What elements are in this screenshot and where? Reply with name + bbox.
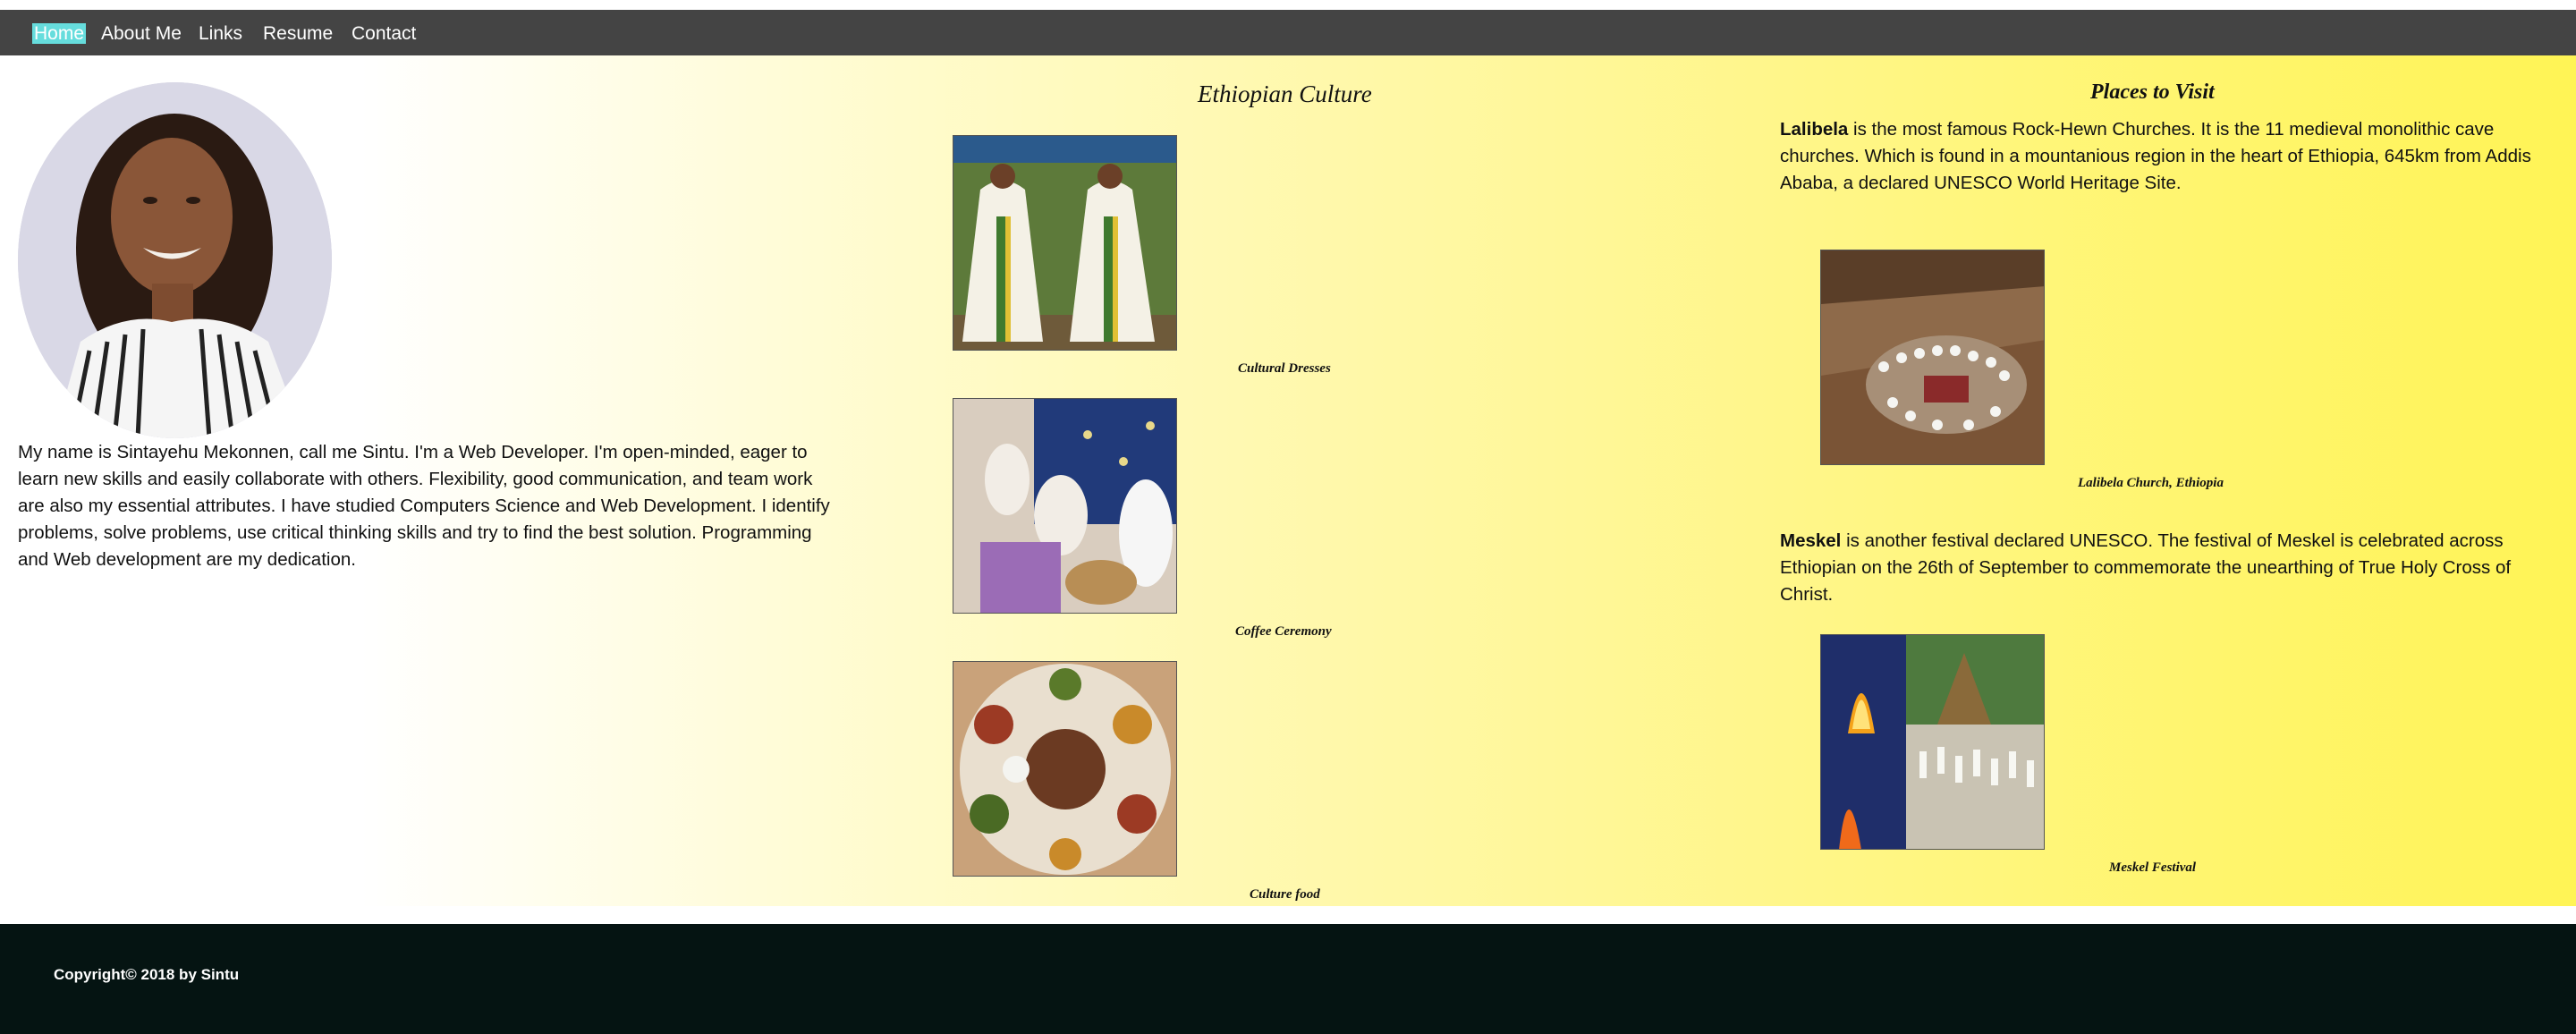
coffee-ceremony-photo <box>953 398 1177 614</box>
culture-food-photo <box>953 661 1177 877</box>
nav-resume-link[interactable]: Resume <box>263 14 333 54</box>
meskel-image-icon <box>1821 635 2044 849</box>
coffee-ceremony-caption: Coffee Ceremony <box>1235 624 1332 639</box>
top-nav: Home About Me Links Resume Contact <box>0 10 2576 55</box>
portrait-icon <box>18 82 332 438</box>
food-image-icon <box>953 662 1176 876</box>
nav-home-link[interactable]: Home <box>32 23 87 44</box>
profile-photo <box>18 82 332 438</box>
culture-food-caption: Culture food <box>1250 887 1320 902</box>
meskel-name: Meskel <box>1780 530 1842 551</box>
lalibela-text: is the most famous Rock-Hewn Churches. I… <box>1780 119 2531 193</box>
lalibela-paragraph: Lalibela is the most famous Rock-Hewn Ch… <box>1780 116 2567 197</box>
nav-contact-link[interactable]: Contact <box>352 14 416 54</box>
meskel-festival-photo <box>1820 634 2045 850</box>
nav-links-link[interactable]: Links <box>199 14 242 54</box>
meskel-text: is another festival declared UNESCO. The… <box>1780 530 2512 605</box>
coffee-image-icon <box>953 399 1176 613</box>
lalibela-church-photo <box>1820 250 2045 465</box>
dresses-image-icon <box>953 136 1176 350</box>
culture-title: Ethiopian Culture <box>1198 81 1372 107</box>
copyright-text: Copyright© 2018 by Sintu <box>54 966 240 983</box>
places-title: Places to Visit <box>2090 81 2215 104</box>
meskel-paragraph: Meskel is another festival declared UNES… <box>1780 528 2567 608</box>
lalibela-image-icon <box>1821 250 2044 464</box>
bio-text: My name is Sintayehu Mekonnen, call me S… <box>18 442 830 570</box>
nav-about-link[interactable]: About Me <box>101 14 182 54</box>
meskel-caption: Meskel Festival <box>2109 860 2197 875</box>
footer: Copyright© 2018 by Sintu <box>0 924 2576 1034</box>
lalibela-name: Lalibela <box>1780 119 1849 140</box>
cultural-dresses-caption: Cultural Dresses <box>1238 361 1331 376</box>
cultural-dresses-photo <box>953 135 1177 351</box>
lalibela-caption: Lalibela Church, Ethiopia <box>2078 476 2224 490</box>
